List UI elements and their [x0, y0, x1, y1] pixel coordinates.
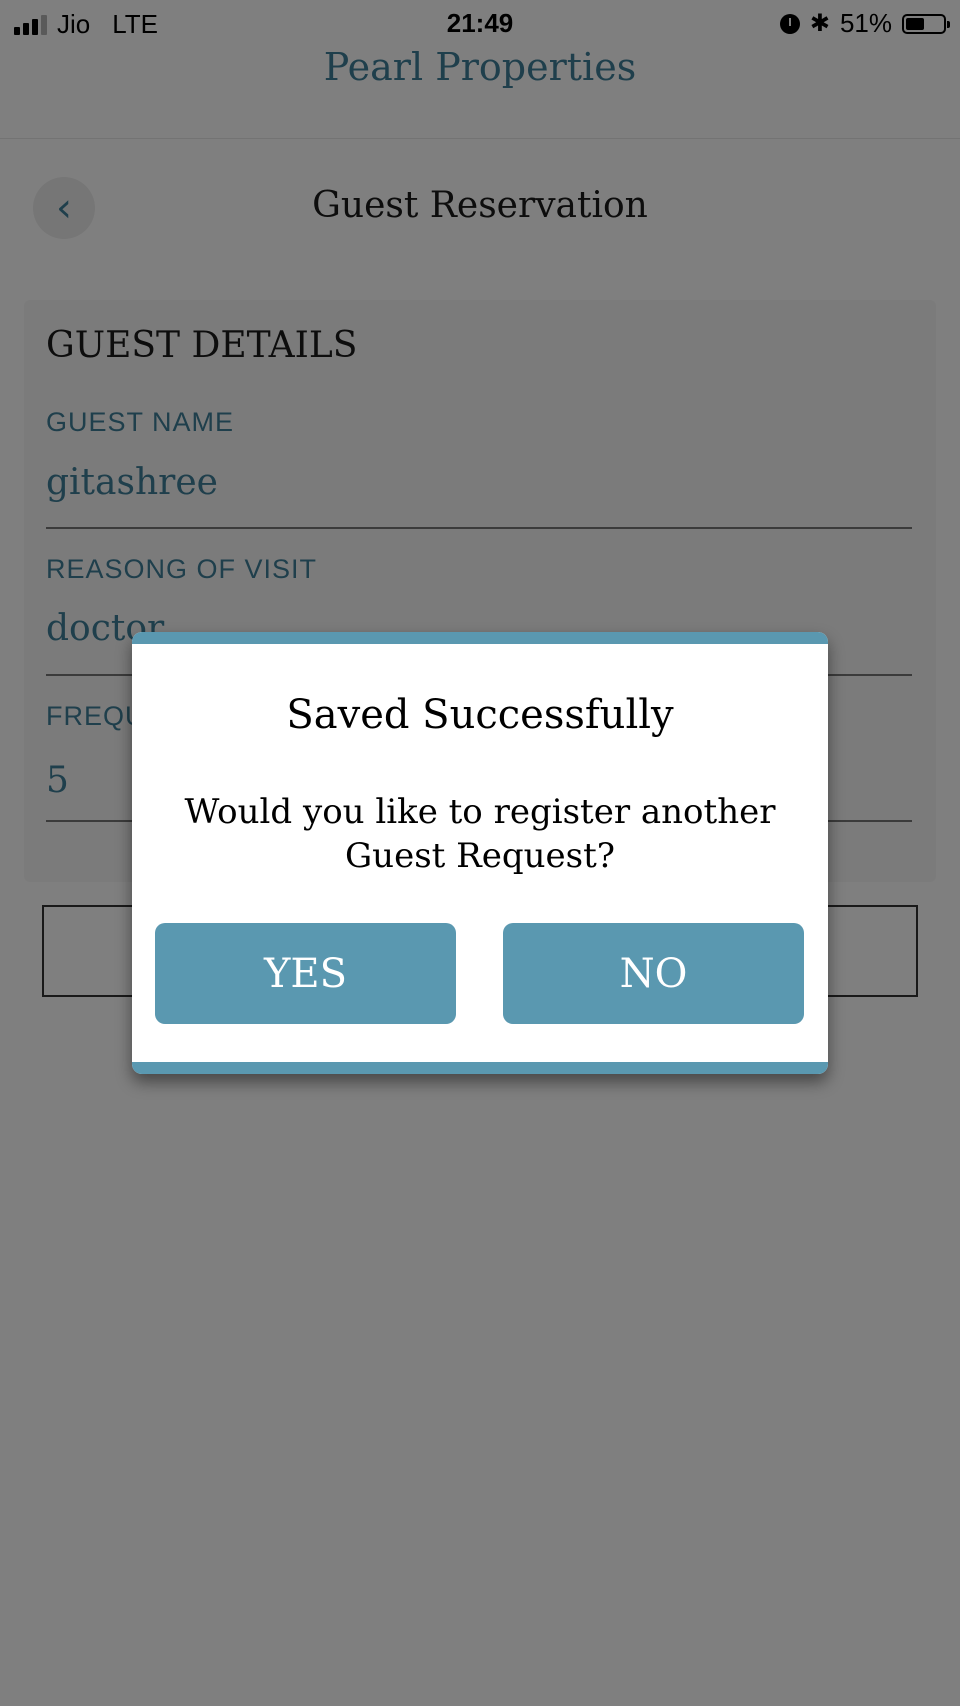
yes-button[interactable]: YES	[155, 923, 456, 1024]
no-button[interactable]: NO	[503, 923, 804, 1024]
dialog-top-bar	[132, 632, 828, 644]
success-dialog: Saved Successfully Would you like to reg…	[132, 632, 828, 1074]
dialog-message: Would you like to register another Guest…	[184, 792, 776, 876]
dialog-bottom-bar	[132, 1062, 828, 1074]
dialog-title: Saved Successfully	[286, 692, 674, 738]
